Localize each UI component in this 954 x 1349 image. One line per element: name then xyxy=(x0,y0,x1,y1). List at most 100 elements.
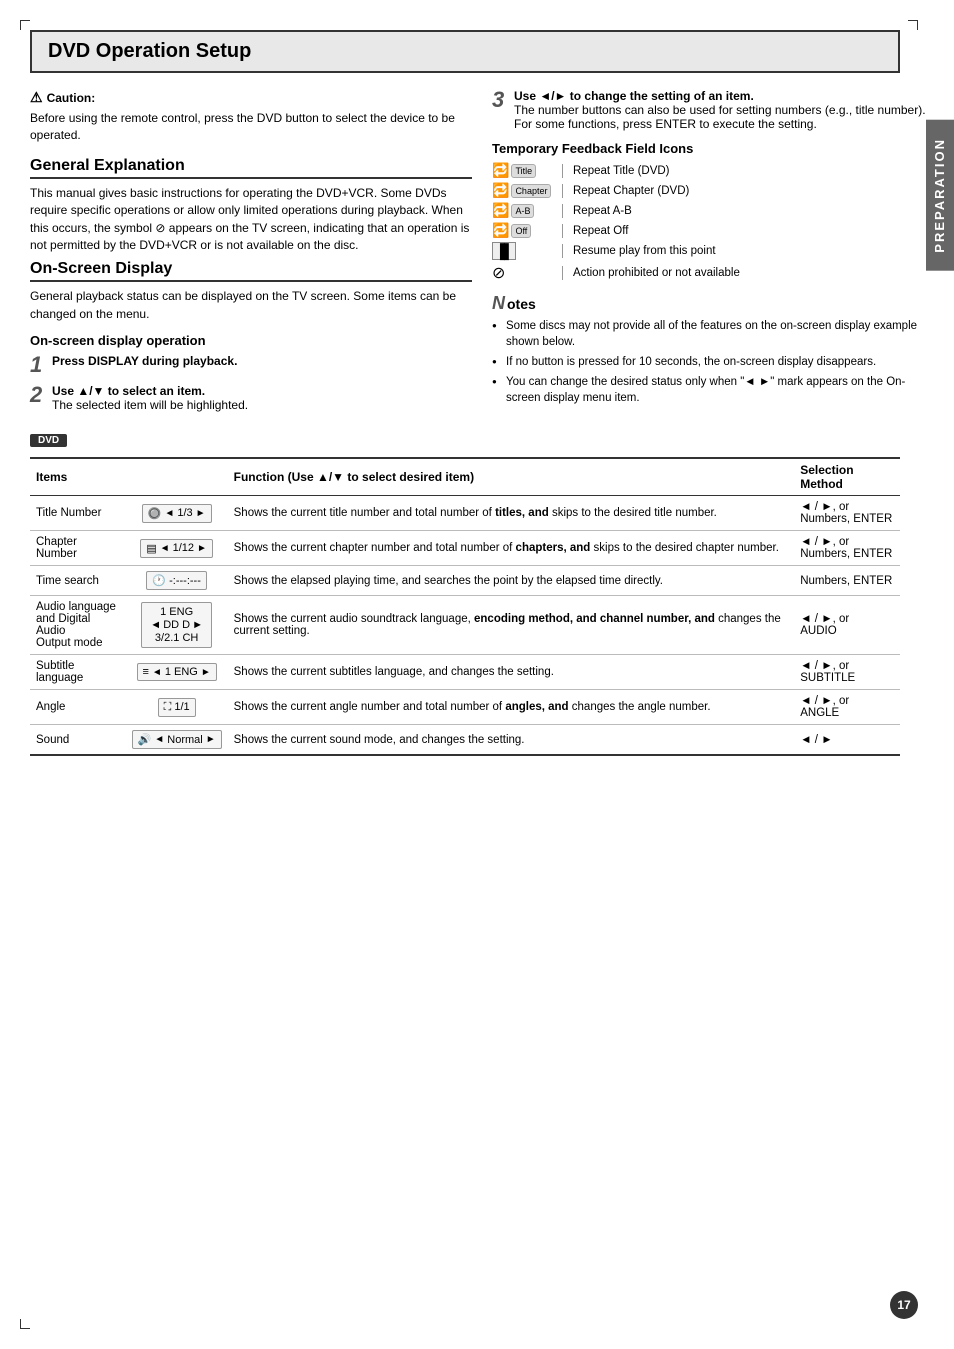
table-row: Audio languageand Digital AudioOutput mo… xyxy=(30,596,900,655)
two-col-layout: ⚠ Caution: Before using the remote contr… xyxy=(30,89,934,420)
feedback-row-1: 🔁 Title Repeat Title (DVD) xyxy=(492,162,934,179)
col-header-selection: Selection Method xyxy=(794,458,900,496)
icon-clock: 🕐 xyxy=(152,574,166,587)
feedback-heading: Temporary Feedback Field Icons xyxy=(492,141,934,156)
on-screen-display-heading: On-Screen Display xyxy=(30,260,472,282)
feedback-row-2: 🔁 Chapter Repeat Chapter (DVD) xyxy=(492,182,934,199)
selection-angle: ◄ / ►, orANGLE xyxy=(794,690,900,725)
note-2: If no button is pressed for 10 seconds, … xyxy=(492,354,934,370)
caution-icon: ⚠ xyxy=(30,89,43,106)
display-sound: 🔊 ◄ Normal ► xyxy=(126,725,228,756)
caution-text: Before using the remote control, press t… xyxy=(30,110,472,145)
feedback-label-1: Repeat Title (DVD) xyxy=(573,165,670,177)
icon-disc: 🔘 xyxy=(148,507,162,520)
step-1: 1 Press DISPLAY during playback. xyxy=(30,354,472,376)
function-chapter-number: Shows the current chapter number and tot… xyxy=(228,531,795,566)
function-title-number: Shows the current title number and total… xyxy=(228,496,795,531)
feedback-table: 🔁 Title Repeat Title (DVD) 🔁 Chapter Rep… xyxy=(492,162,934,283)
item-sound: Sound xyxy=(30,725,126,756)
feedback-divider-1 xyxy=(562,164,563,178)
feedback-icon-cell-4: 🔁 Off xyxy=(492,222,552,239)
selection-title-number: ◄ / ►, orNumbers, ENTER xyxy=(794,496,900,531)
selection-chapter-number: ◄ / ►, orNumbers, ENTER xyxy=(794,531,900,566)
feedback-label-4: Repeat Off xyxy=(573,225,628,237)
step-3-title: Use ◄/► to change the setting of an item… xyxy=(514,89,934,103)
item-audio-language: Audio languageand Digital AudioOutput mo… xyxy=(30,596,126,655)
feedback-icon-cell-5: ▐▌ xyxy=(492,242,552,260)
step-2-text: The selected item will be highlighted. xyxy=(52,398,472,412)
corner-mark-tl xyxy=(20,20,30,30)
feedback-divider-6 xyxy=(562,266,563,280)
on-screen-display-sub-heading: On-screen display operation xyxy=(30,333,472,348)
feedback-icon-cell-1: 🔁 Title xyxy=(492,162,552,179)
feedback-row-6: ⊘ Action prohibited or not available xyxy=(492,263,934,283)
feedback-label-6: Action prohibited or not available xyxy=(573,267,740,279)
notes-title-text: otes xyxy=(507,296,536,312)
selection-subtitle-language: ◄ / ►, orSUBTITLE xyxy=(794,655,900,690)
table-header-row: Items Function (Use ▲/▼ to select desire… xyxy=(30,458,900,496)
feedback-row-5: ▐▌ Resume play from this point xyxy=(492,242,934,260)
note-3: You can change the desired status only w… xyxy=(492,374,934,406)
widget-audio-language: 1 ENG ◄ DD D ► 3/2.1 CH xyxy=(141,602,212,648)
feedback-row-3: 🔁 A-B Repeat A-B xyxy=(492,202,934,219)
widget-title-number: 🔘 ◄ 1/3 ► xyxy=(142,504,212,523)
on-screen-display-intro: General playback status can be displayed… xyxy=(30,288,472,323)
step-2-content: Use ▲/▼ to select an item. The selected … xyxy=(52,384,472,412)
step-1-title: Press DISPLAY during playback. xyxy=(52,354,472,368)
table-row: Angle ⛶ 1/1 Shows the current angle numb… xyxy=(30,690,900,725)
step-3-content: Use ◄/► to change the setting of an item… xyxy=(514,89,934,131)
step-3-text: The number buttons can also be used for … xyxy=(514,103,934,131)
feedback-icon-cell-2: 🔁 Chapter xyxy=(492,182,552,199)
step-2-title: Use ▲/▼ to select an item. xyxy=(52,384,472,398)
step-3-number: 3 xyxy=(492,89,508,131)
notes-list: Some discs may not provide all of the fe… xyxy=(492,318,934,406)
col-header-function: Function (Use ▲/▼ to select desired item… xyxy=(228,458,795,496)
step-2: 2 Use ▲/▼ to select an item. The selecte… xyxy=(30,384,472,412)
selection-sound: ◄ / ► xyxy=(794,725,900,756)
table-body: Title Number 🔘 ◄ 1/3 ► Shows the current… xyxy=(30,496,900,756)
feedback-icon-cell-3: 🔁 A-B xyxy=(492,202,552,219)
widget-angle: ⛶ 1/1 xyxy=(158,698,196,717)
caution-title: ⚠ Caution: xyxy=(30,89,472,106)
step-2-number: 2 xyxy=(30,384,46,412)
side-tab: PREPARATION xyxy=(926,120,954,271)
dvd-label: DVD xyxy=(30,434,67,447)
table-row: Subtitle language ≡ ◄ 1 ENG ► Shows the … xyxy=(30,655,900,690)
step-1-number: 1 xyxy=(30,354,46,376)
feedback-label-2: Repeat Chapter (DVD) xyxy=(573,185,689,197)
display-subtitle-language: ≡ ◄ 1 ENG ► xyxy=(126,655,228,690)
right-column: 3 Use ◄/► to change the setting of an it… xyxy=(492,89,934,420)
feedback-icon-chapter: Chapter xyxy=(511,184,551,198)
page-number: 17 xyxy=(890,1291,918,1319)
notes-block: N otes Some discs may not provide all of… xyxy=(492,293,934,406)
display-chapter-number: ▤ ◄ 1/12 ► xyxy=(126,531,228,566)
step-3: 3 Use ◄/► to change the setting of an it… xyxy=(492,89,934,131)
title-box: DVD Operation Setup xyxy=(30,30,900,73)
table-row: Title Number 🔘 ◄ 1/3 ► Shows the current… xyxy=(30,496,900,531)
icon-angle: ⛶ xyxy=(164,701,172,714)
table-row: Sound 🔊 ◄ Normal ► Shows the current sou… xyxy=(30,725,900,756)
feedback-label-3: Repeat A-B xyxy=(573,205,632,217)
left-column: ⚠ Caution: Before using the remote contr… xyxy=(30,89,472,420)
step-1-content: Press DISPLAY during playback. xyxy=(52,354,472,376)
icon-subtitle: ≡ xyxy=(143,666,149,678)
general-explanation-text: This manual gives basic instructions for… xyxy=(30,185,472,255)
display-audio-language: 1 ENG ◄ DD D ► 3/2.1 CH xyxy=(126,596,228,655)
general-explanation-heading: General Explanation xyxy=(30,157,472,179)
feedback-divider-3 xyxy=(562,204,563,218)
widget-subtitle-language: ≡ ◄ 1 ENG ► xyxy=(137,663,217,681)
main-table: Items Function (Use ▲/▼ to select desire… xyxy=(30,457,900,756)
notes-title: N otes xyxy=(492,293,934,314)
item-angle: Angle xyxy=(30,690,126,725)
item-subtitle-language: Subtitle language xyxy=(30,655,126,690)
note-1: Some discs may not provide all of the fe… xyxy=(492,318,934,350)
corner-mark-bl xyxy=(20,1319,30,1329)
feedback-icon-ab: A-B xyxy=(511,204,534,218)
icon-chapter: ▤ xyxy=(146,542,156,555)
selection-time-search: Numbers, ENTER xyxy=(794,566,900,596)
feedback-icon-title: Title xyxy=(511,164,536,178)
feedback-divider-5 xyxy=(562,244,563,258)
feedback-divider-4 xyxy=(562,224,563,238)
table-row: Chapter Number ▤ ◄ 1/12 ► Shows the curr… xyxy=(30,531,900,566)
feedback-row-4: 🔁 Off Repeat Off xyxy=(492,222,934,239)
